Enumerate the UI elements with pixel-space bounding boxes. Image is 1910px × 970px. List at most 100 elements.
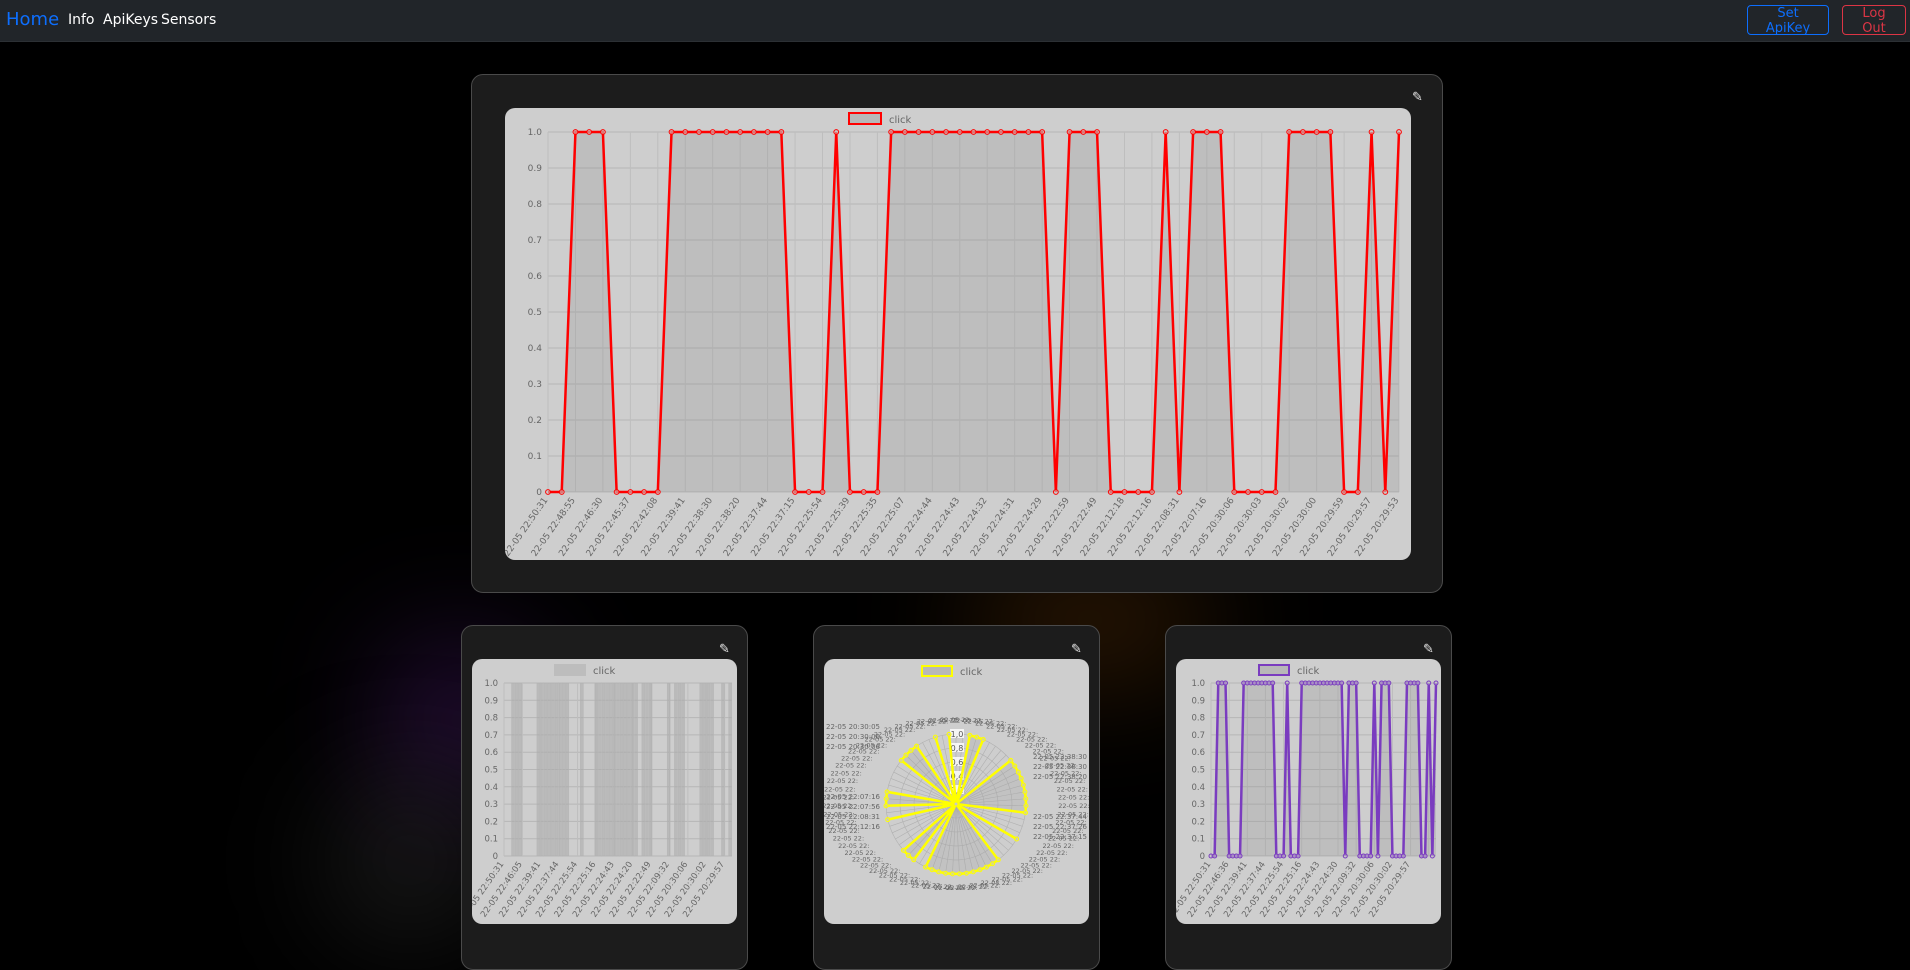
bar [674,682,678,857]
data-point [805,489,812,495]
data-point [974,734,980,740]
radar-side-label: 22-05 22:07:16 [826,793,881,801]
bar [616,682,620,857]
radar-axis-label: 22-05 22: [1058,802,1089,810]
bar [558,682,562,857]
radar-side-label: 22-05 22:37:44 [1033,813,1088,821]
data-point [572,129,579,135]
navbar: Home Info ApiKeys Sensors Set ApiKey Log… [0,0,1910,42]
data-point [723,129,730,135]
data-point [932,734,938,740]
logout-button[interactable]: Log Out [1842,5,1906,36]
bar [681,682,685,857]
data-point [901,847,907,853]
data-point [888,129,895,135]
data-point [1284,680,1290,686]
data-point [737,129,744,135]
data-point [545,489,551,495]
pencil-icon[interactable]: ✎ [719,642,730,657]
data-point [1295,853,1301,859]
radar-axis-label: 22-05 22: [838,842,869,850]
data-point [860,489,867,495]
nav-brand-home[interactable]: Home [6,9,59,30]
data-point [1422,853,1428,859]
data-point [1342,853,1348,859]
bar [540,682,544,857]
radar-chart-panel: click 22-05 22: 22-05 22: 22-05 22: 22-05 22… [822,659,1090,924]
y-tick-label: 0.1 [1191,835,1205,845]
data-point [847,489,853,495]
bar [547,682,551,857]
bar [666,682,671,857]
nav-link-apikeys[interactable]: ApiKeys [103,12,158,28]
y-tick-label: 0.9 [1191,696,1205,706]
y-tick-label: 0.2 [528,416,542,426]
y-tick-label: 0.1 [528,452,542,462]
bar [699,682,703,857]
radar-chart: click22-05 22:22-05 22:22-05 22:22-05 22… [822,665,1090,892]
legend-swatch [554,664,586,676]
data-point [558,489,565,495]
data-point [983,864,989,870]
data-point [1015,769,1021,775]
y-tick-label: 0.9 [528,164,543,174]
data-point [970,869,976,875]
data-point [1426,680,1432,686]
data-point [682,129,689,135]
data-point [1368,129,1375,135]
bar [623,682,627,857]
data-point [1368,853,1374,859]
pencil-icon[interactable]: ✎ [1071,642,1082,657]
radar-axis-label: 22-05 22: [1058,794,1089,802]
data-point [1025,129,1032,135]
nav-link-info[interactable]: Info [68,12,95,28]
data-point [654,489,661,495]
y-tick-label: 0.6 [1191,748,1205,758]
pencil-icon[interactable]: ✎ [1423,642,1434,657]
data-point [963,870,969,876]
radar-side-label: 22-05 22:07:56 [826,803,881,811]
main-chart-card: ✎ click 0 0.1 0.2 0.3 0.4 0.5 0.6 0.7 0.8 0.9 1.0 22… [471,74,1443,593]
pencil-icon[interactable]: ✎ [1412,90,1423,105]
nav-link-sensors[interactable]: Sensors [161,12,216,28]
data-point [956,129,963,135]
data-point [1300,129,1306,135]
data-point [977,867,983,873]
radar-axis-label: 22-05 22: [1056,785,1087,793]
data-point [1149,489,1155,495]
radar-axis-label: 22-05 22: [827,777,858,785]
data-point [1272,489,1279,495]
data-point [750,129,757,135]
data-point [1371,680,1377,686]
y-tick-label: 0.5 [528,308,542,318]
y-tick-label: 0.3 [1191,800,1205,810]
bar [518,682,522,857]
data-point [898,757,904,763]
bar [641,682,646,857]
y-tick-label: 0.7 [1191,731,1205,741]
data-point [1375,853,1381,859]
main-chart-panel: click 0 0.1 0.2 0.3 0.4 0.5 0.6 0.7 0.8 0.9 1.0 22-0… [502,108,1411,560]
bar [648,682,653,857]
small-line-chart-card: ✎ click 0 0.1 0.2 0.3 0.4 0.5 0.6 0.7 0.8 0.9 1.0 22… [1165,625,1452,970]
radar-side-label: 22-05 22:38:30 [1033,753,1087,761]
legend-label: click [593,666,616,677]
data-point [970,129,977,135]
set-apikey-button[interactable]: Set ApiKey [1747,5,1829,36]
data-point [1176,489,1183,495]
radar-axis-label: 22-05 22: [835,762,866,770]
data-point [946,731,952,737]
y-tick-label: 0.6 [528,272,543,282]
data-point [1212,853,1218,859]
radar-side-label: 22-05 20:30:05 [826,723,880,731]
data-point [1121,489,1128,495]
data-point [668,129,675,135]
data-point [953,801,959,807]
bar [536,682,541,857]
data-point [929,129,936,135]
radar-axis-label: 22-05 22: [844,849,875,857]
data-point [915,129,922,135]
radar-tick-label: 0,8 [951,744,964,753]
data-point [1080,129,1087,135]
data-point [1018,775,1024,781]
